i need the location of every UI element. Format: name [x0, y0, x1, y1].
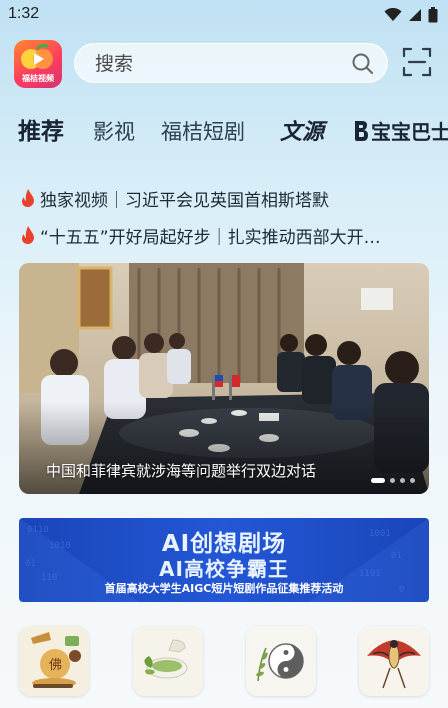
- tab-wenyuan[interactable]: 文源: [280, 114, 324, 146]
- banner-caption: 中国和菲律宾就涉海等问题举行双边对话: [46, 462, 317, 480]
- status-icons: [384, 7, 438, 23]
- search-bar[interactable]: [74, 43, 388, 83]
- ai-theater-promo[interactable]: 0110 1010 01 110 1001 01 1101 0 AI创想剧场 AI高校争霸王…: [19, 518, 429, 602]
- baobao-logo-icon: [355, 121, 368, 141]
- search-input[interactable]: [95, 50, 335, 78]
- carousel-indicator: [371, 478, 415, 483]
- buddha-tea-icon: 佛: [19, 626, 89, 696]
- search-icon[interactable]: [351, 52, 375, 80]
- tab-baobao-bus[interactable]: 宝宝巴士: [351, 116, 448, 145]
- category-tea[interactable]: [133, 626, 203, 696]
- battery-icon: [428, 7, 438, 23]
- scan-icon: [402, 47, 432, 77]
- kite-icon: [359, 626, 429, 696]
- category-buddha-tea[interactable]: 佛: [19, 626, 89, 696]
- status-bar: 1:32: [0, 0, 448, 30]
- headline-item[interactable]: 独家视频｜习近平会见英国首相斯塔默: [20, 185, 430, 211]
- tab-recommend[interactable]: 推荐: [18, 112, 64, 146]
- headline-text: 独家视频｜习近平会见英国首相斯塔默: [40, 190, 329, 211]
- tab-film[interactable]: 影视: [93, 116, 135, 146]
- tab-baobao-label: 宝宝巴士: [371, 120, 448, 144]
- svg-text:佛: 佛: [49, 658, 62, 673]
- signal-icon: [409, 9, 421, 21]
- carousel-dot: [410, 478, 415, 483]
- app-logo[interactable]: 福桔视频: [14, 40, 62, 88]
- news-banner[interactable]: 中国和菲律宾就涉海等问题举行双边对话: [19, 263, 429, 494]
- promo-title-line2: AI高校争霸王: [159, 557, 289, 581]
- category-kite[interactable]: [359, 626, 429, 696]
- hot-flame-icon: [22, 189, 34, 207]
- category-taiji[interactable]: [246, 626, 316, 696]
- carousel-dot: [400, 478, 405, 483]
- headline-text: “十五五”开好局起好步｜扎实推动西部大开…: [40, 227, 381, 248]
- hot-flame-icon: [22, 226, 34, 244]
- taiji-icon: [246, 626, 316, 696]
- tab-short-drama[interactable]: 福桔短剧: [161, 116, 245, 146]
- category-tabs: 推荐 影视 福桔短剧 文源 宝宝巴士: [18, 108, 448, 148]
- carousel-dot-active: [371, 478, 385, 483]
- status-time: 1:32: [8, 5, 40, 22]
- scan-button[interactable]: [402, 47, 432, 77]
- promo-subtitle: 首届高校大学生AIGC短片短剧作品征集推荐活动: [104, 582, 344, 595]
- app-logo-text: 福桔视频: [22, 74, 54, 83]
- wifi-icon: [384, 8, 402, 21]
- carousel-dot: [390, 478, 395, 483]
- tea-cup-icon: [133, 626, 203, 696]
- headline-item[interactable]: “十五五”开好局起好步｜扎实推动西部大开…: [20, 222, 430, 248]
